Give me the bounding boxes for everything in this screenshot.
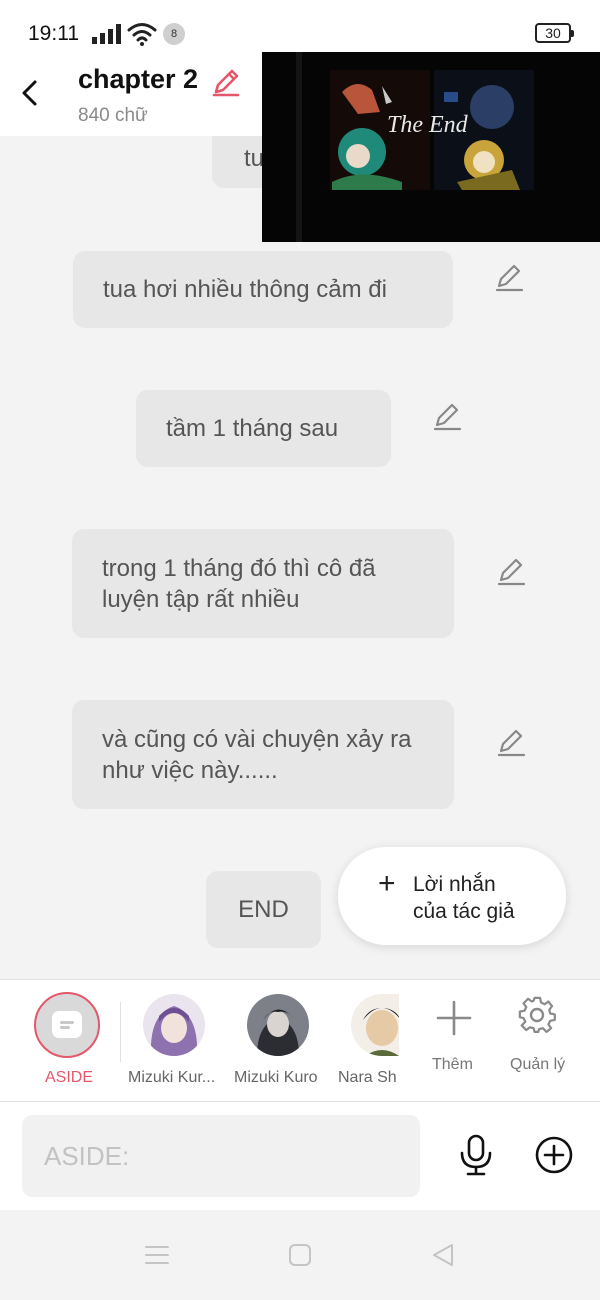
manage-gear-icon[interactable] xyxy=(518,996,558,1036)
video-thumbnail-image xyxy=(262,52,600,242)
character-avatar[interactable] xyxy=(247,994,309,1056)
add-plus-circle-icon[interactable] xyxy=(534,1135,574,1175)
character-name: Nara Sh xyxy=(338,1069,397,1086)
edit-message-icon[interactable] xyxy=(495,556,527,588)
back-triangle-icon[interactable] xyxy=(430,1242,456,1268)
author-note-button[interactable]: + Lời nhắn của tác giả xyxy=(338,847,566,945)
edit-message-icon[interactable] xyxy=(495,727,527,759)
battery-indicator: 30 xyxy=(535,23,574,43)
manage-label: Quản lý xyxy=(510,1056,566,1073)
video-overlay[interactable]: The End xyxy=(262,52,600,242)
edit-message-icon[interactable] xyxy=(431,401,463,433)
wifi-icon xyxy=(127,23,157,46)
author-note-label-line1: Lời nhắn xyxy=(413,873,496,896)
message-text: trong 1 tháng đó thì cô đã luyện tập rất… xyxy=(102,554,376,613)
add-character-label: Thêm xyxy=(432,1056,473,1073)
add-character-plus-icon[interactable] xyxy=(435,999,473,1037)
message-text: tầm 1 tháng sau xyxy=(166,415,339,442)
character-avatar[interactable] xyxy=(143,994,205,1056)
message-text: tu xyxy=(244,144,265,172)
aside-lines-icon xyxy=(60,1021,74,1029)
aside-chat-icon xyxy=(52,1011,82,1038)
message-bubble[interactable]: và cũng có vài chuyện xảy ra như việc nà… xyxy=(72,700,454,809)
back-button[interactable] xyxy=(14,76,48,110)
message-text: END xyxy=(238,896,289,923)
message-bubble[interactable]: trong 1 tháng đó thì cô đã luyện tập rất… xyxy=(72,529,454,638)
character-name-aside: ASIDE xyxy=(45,1069,94,1086)
message-text: tua hơi nhiều thông cảm đi xyxy=(103,276,387,303)
video-caption: The End xyxy=(387,112,468,138)
author-note-label-line2: của tác giả xyxy=(413,900,515,923)
message-bubble[interactable]: tầm 1 tháng sau xyxy=(136,390,391,467)
avatar-image xyxy=(247,994,309,1056)
menu-icon[interactable] xyxy=(144,1244,170,1266)
message-bubble[interactable]: END xyxy=(206,871,321,948)
plus-icon: + xyxy=(378,867,396,900)
character-name: Mizuki Kur... xyxy=(128,1069,216,1086)
avatar-image xyxy=(143,994,205,1056)
edit-title-pencil-icon[interactable] xyxy=(210,66,242,98)
home-icon[interactable] xyxy=(288,1243,312,1267)
message-text: và cũng có vài chuyện xảy ra như việc nà… xyxy=(102,725,412,784)
microphone-icon[interactable] xyxy=(456,1133,496,1177)
character-divider xyxy=(120,1002,121,1062)
word-count: 840 chữ xyxy=(78,105,148,126)
edit-message-icon[interactable] xyxy=(493,262,525,294)
status-time: 19:11 xyxy=(28,22,79,45)
signal-icon xyxy=(92,24,121,44)
character-name: Mizuki Kuro xyxy=(234,1069,318,1086)
chapter-title: chapter 2 xyxy=(78,64,199,94)
message-input[interactable] xyxy=(22,1115,420,1197)
message-bubble[interactable]: tua hơi nhiều thông cảm đi xyxy=(73,251,453,328)
notification-badge: 8 xyxy=(163,23,185,45)
